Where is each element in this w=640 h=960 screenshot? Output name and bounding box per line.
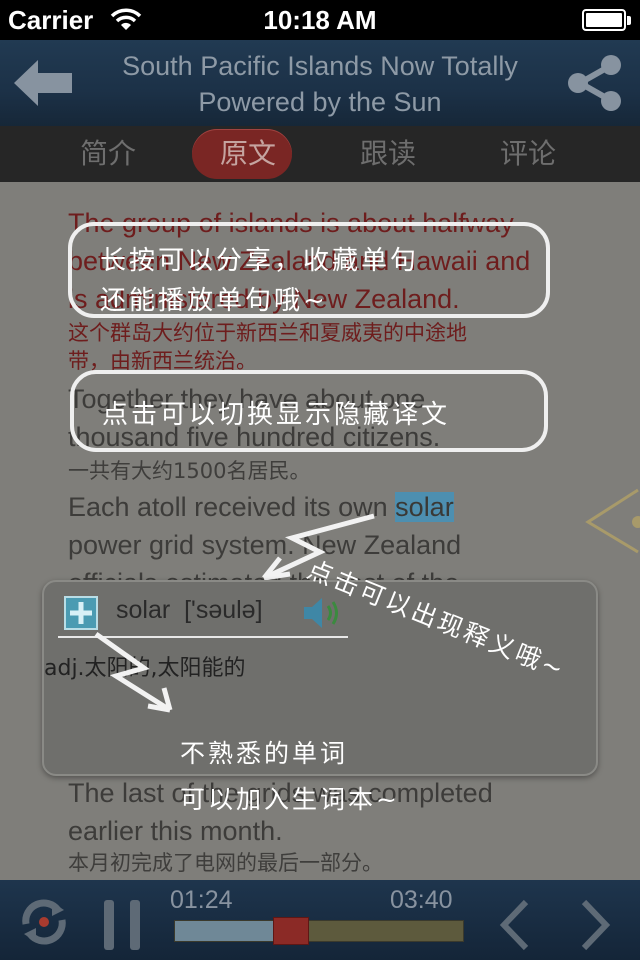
toggle-tip-text: 点击可以切换显示隐藏译文 [102,400,451,430]
nav-bar: South Pacific Islands Now Totally Powere… [0,40,640,126]
title-line-2: Powered by the Sun [198,87,442,117]
toggle-tip-bubble: 点击可以切换显示隐藏译文 [70,370,548,452]
vocab-tip-line-1: 不熟悉的单词 [180,739,349,768]
sentence-zh-line: 本月初完成了电网的最后一部分。 [68,851,383,875]
phonetic: ['səulə] [184,596,263,624]
page-edge-decoration [585,488,640,554]
tab-comments[interactable]: 评论 [448,126,608,182]
share-tip-bubble: 长按可以分享，收藏单句 还能播放单句哦~ [68,222,550,318]
progress-thumb[interactable] [273,917,309,945]
sentence-zh-line: 一共有大约1500名居民。 [68,459,311,483]
plus-icon[interactable] [64,596,98,630]
pause-icon[interactable] [104,900,144,950]
headword: solar [116,596,171,624]
tab-read-along[interactable]: 跟读 [308,126,468,182]
tab-bar: 简介 原文 跟读 评论 [0,126,640,182]
tab-original-text[interactable]: 原文 [168,126,328,182]
current-time: 01:24 [170,886,233,914]
status-time: 10:18 AM [263,5,377,35]
chevron-right-icon[interactable] [578,898,614,952]
progress-bar[interactable] [174,917,464,945]
audio-player: 01:24 03:40 [0,880,640,960]
share-tip-line-2: 还能播放单句哦~ [100,286,328,316]
vocab-tip-line-2: 可以加入生词本~ [180,785,400,814]
status-bar: Carrier 10:18 AM [0,0,640,40]
title-line-1: South Pacific Islands Now Totally [122,51,518,81]
sentence-en-line[interactable]: earlier this month. [68,812,628,850]
share-tip-line-1: 长按可以分享，收藏单句 [100,246,420,276]
chevron-left-icon[interactable] [496,898,532,952]
back-arrow-icon[interactable] [10,54,76,112]
arrow-to-add-button [94,631,173,713]
sentence-zh-line: 这个群岛大约位于新西兰和夏威夷的中途地 [68,321,467,345]
dictionary-headword: solar ['səulə] [116,596,263,625]
tab-intro[interactable]: 简介 [28,126,188,182]
highlighted-word[interactable]: solar [395,492,454,522]
page-title: South Pacific Islands Now Totally Powere… [100,48,540,120]
battery-icon [582,9,631,31]
total-time: 03:40 [390,886,453,914]
repeat-icon[interactable] [16,894,72,950]
share-icon[interactable] [564,52,626,114]
speaker-icon[interactable] [302,594,346,632]
